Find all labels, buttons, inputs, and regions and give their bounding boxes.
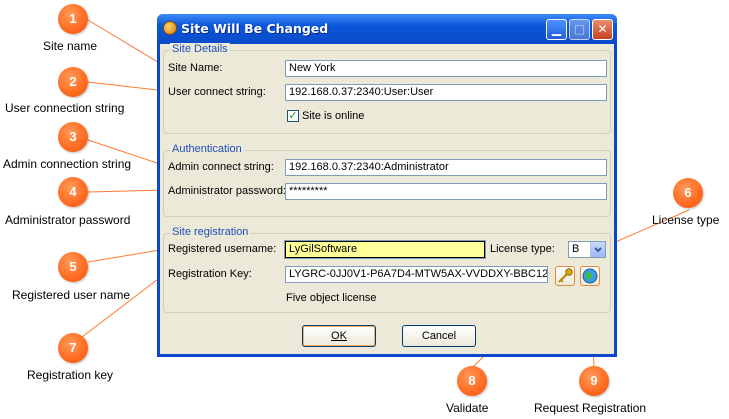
site-registration-title: Site registration (170, 226, 251, 238)
callout-badge-8: 8 (457, 366, 487, 396)
request-registration-button[interactable] (580, 266, 600, 286)
globe-icon (582, 268, 598, 284)
callout-label-6: License type (652, 213, 720, 227)
app-icon (163, 21, 177, 35)
callout-label-9: Request Registration (534, 401, 647, 415)
ok-button-label: OK (331, 330, 347, 342)
chevron-down-icon-svg (594, 247, 602, 253)
maximize-button: □ (569, 19, 590, 40)
callout-badge-4: 4 (58, 177, 88, 207)
callout-badge-2: 2 (58, 67, 88, 97)
site-online-label: Site is online (302, 110, 365, 122)
callout-badge-9: 9 (579, 366, 609, 396)
admin-connect-label: Admin connect string: (168, 161, 274, 173)
close-button[interactable]: ✕ (592, 19, 613, 40)
callout-label-5: Registered user name (12, 288, 131, 302)
ok-button[interactable]: OK (302, 325, 376, 347)
license-info-text: Five object license (286, 292, 377, 304)
registered-username-label: Registered username: (168, 243, 277, 255)
callout-badge-6: 6 (673, 178, 703, 208)
authentication-title: Authentication (170, 143, 244, 155)
key-icon (558, 268, 573, 283)
chevron-down-icon (590, 242, 605, 257)
site-name-input[interactable]: New York (285, 60, 607, 77)
license-type-select[interactable]: B (568, 241, 606, 258)
registered-username-input[interactable]: LyGilSoftware (284, 240, 486, 259)
registration-key-input[interactable]: LYGRC-0JJ0V1-P6A7D4-MTW5AX-VVDDXY-BBC124 (285, 266, 548, 283)
admin-password-input[interactable]: ********* (285, 183, 607, 200)
validate-button[interactable] (555, 266, 575, 286)
cancel-button-label: Cancel (421, 330, 457, 342)
minimize-button[interactable]: ▁ (546, 19, 567, 40)
callout-label-4: Administrator password (5, 213, 131, 227)
site-online-checkbox[interactable]: ✓ (287, 110, 299, 122)
callout-badge-1: 1 (58, 4, 88, 34)
callout-label-3: Admin connection string (3, 157, 132, 171)
callout-badge-5: 5 (58, 252, 88, 282)
site-details-title: Site Details (170, 43, 230, 55)
cancel-button[interactable]: Cancel (402, 325, 476, 347)
admin-connect-input[interactable]: 192.168.0.37:2340:Administrator (285, 159, 607, 176)
registration-key-label: Registration Key: (168, 268, 252, 280)
callout-label-2: User connection string (5, 101, 125, 115)
site-name-label: Site Name: (168, 62, 223, 74)
callout-label-8: Validate (446, 401, 489, 415)
callout-label-1: Site name (43, 39, 98, 53)
user-connect-input[interactable]: 192.168.0.37:2340:User:User (285, 84, 607, 101)
admin-password-label: Administrator password: (168, 185, 286, 197)
callout-badge-7: 7 (58, 333, 88, 363)
window-title: Site Will Be Changed (181, 21, 329, 36)
user-connect-label: User connect string: (168, 86, 266, 98)
callout-badge-3: 3 (58, 122, 88, 152)
callout-label-7: Registration key (27, 368, 114, 382)
license-type-label: License type: (490, 243, 555, 255)
license-type-value: B (572, 243, 580, 255)
